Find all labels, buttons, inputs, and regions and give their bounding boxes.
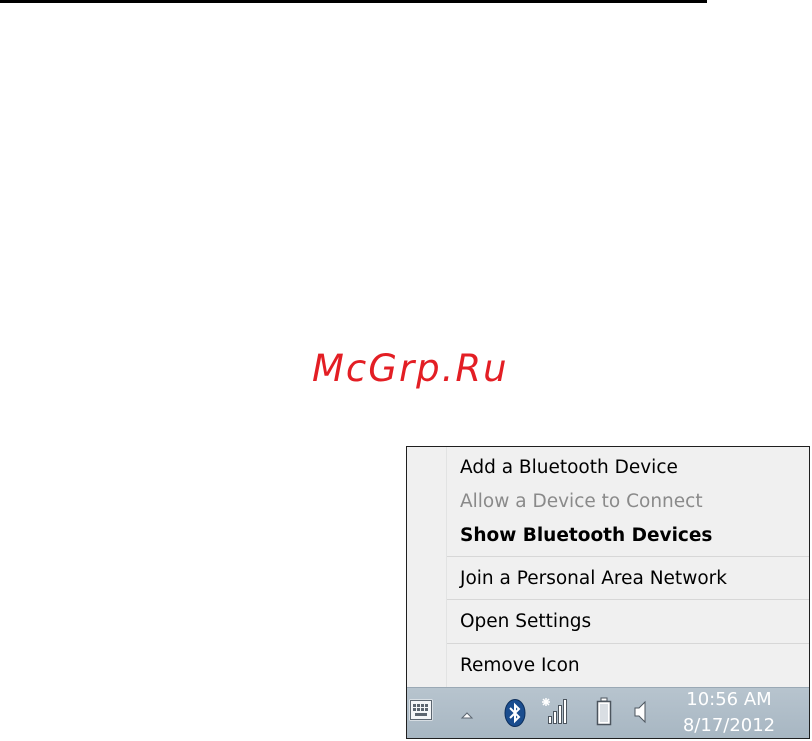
menu-separator — [447, 599, 809, 600]
battery-icon[interactable] — [595, 697, 613, 732]
touch-keyboard-icon[interactable] — [407, 699, 435, 728]
menu-separator — [447, 556, 809, 557]
menu-item-join-personal-area-network[interactable]: Join a Personal Area Network — [460, 569, 727, 589]
clock-time[interactable]: 10:56 AM — [679, 691, 779, 709]
menu-separator — [447, 643, 809, 644]
menu-item-show-bluetooth-devices[interactable]: Show Bluetooth Devices — [460, 526, 712, 546]
menu-item-add-bluetooth-device[interactable]: Add a Bluetooth Device — [460, 458, 678, 478]
menu-item-open-settings[interactable]: Open Settings — [460, 612, 591, 632]
menu-item-remove-icon[interactable]: Remove Icon — [460, 656, 580, 676]
watermark: McGrp.Ru — [312, 347, 509, 390]
bluetooth-icon[interactable] — [503, 698, 527, 733]
menu-item-allow-device-to-connect: Allow a Device to Connect — [460, 491, 703, 512]
menu-icon-gutter — [446, 447, 447, 687]
network-signal-icon[interactable] — [542, 696, 568, 731]
top-rule — [0, 0, 707, 3]
screenshot-frame: Add a Bluetooth Device Allow a Device to… — [406, 446, 810, 739]
show-hidden-icons-icon[interactable] — [460, 707, 474, 725]
volume-icon[interactable] — [633, 699, 651, 730]
bluetooth-context-menu: Add a Bluetooth Device Allow a Device to… — [407, 447, 809, 687]
taskbar: 10:56 AM 8/17/2012 — [407, 687, 809, 738]
clock-date[interactable]: 8/17/2012 — [679, 717, 779, 735]
